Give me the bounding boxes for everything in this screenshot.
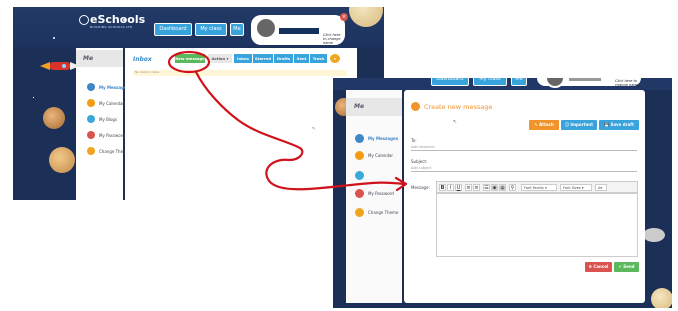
inbox-title: Inbox	[133, 56, 152, 63]
to-label: To:	[411, 138, 417, 143]
envelope-icon	[87, 83, 95, 91]
logo: eSchools BUILDING SCHOOLS LTD	[90, 13, 146, 29]
bold-icon[interactable]: B	[439, 184, 446, 191]
me-button[interactable]: Me	[230, 23, 244, 36]
italic-icon[interactable]: I	[447, 184, 454, 191]
pencil-icon	[87, 147, 95, 155]
sidebar-item-password[interactable]: My Password	[87, 131, 125, 139]
font-family-select[interactable]: Font Family ▾	[521, 184, 557, 191]
sidebar-item-theme[interactable]: Change Theme	[87, 147, 129, 155]
folder-drafts[interactable]: Drafts	[274, 54, 293, 63]
sidebar-item-calendar[interactable]: My Calendar	[87, 99, 124, 107]
pencil-icon	[355, 208, 364, 217]
my-class-button[interactable]: My class	[473, 78, 507, 86]
compose-icon	[411, 102, 420, 111]
message-editor[interactable]	[436, 193, 638, 257]
me-button[interactable]: Me	[511, 78, 527, 86]
sidebar-title: Me	[346, 98, 402, 116]
sidebar-title: Me	[76, 50, 123, 67]
list-icon[interactable]: ☰	[483, 184, 490, 191]
mouse-cursor-icon: ↖	[312, 126, 317, 132]
sidebar-item-calendar[interactable]: My Calendar	[355, 151, 393, 160]
key-icon	[87, 131, 95, 139]
envelope-icon	[355, 134, 364, 143]
blog-icon	[355, 171, 364, 180]
sidebar-item-messages[interactable]: My Messages	[87, 83, 129, 91]
editor-toolbar: B I U ≡ ≡ ☰ ▣ ▦ ⚲ Font Family ▾ Font Siz…	[436, 181, 638, 193]
moon-image	[651, 288, 672, 308]
change-name-hint: Click here to change name	[323, 33, 341, 45]
user-name-bar[interactable]	[279, 28, 319, 34]
mouse-cursor-icon: ↖	[453, 119, 458, 125]
search-icon[interactable]: ⌕	[330, 54, 340, 63]
satellite-image	[643, 228, 665, 242]
folder-sent[interactable]: Sent	[294, 54, 309, 63]
important-button[interactable]: ⓘ Important	[561, 120, 597, 130]
align-center-icon[interactable]: ≡	[473, 184, 480, 191]
dashboard-button[interactable]: Dashboard	[431, 78, 469, 86]
empty-inbox-notice: No mail in inbox	[133, 70, 347, 76]
cancel-button[interactable]: ✖ Cancel	[585, 262, 612, 272]
subject-label: Subject:	[411, 159, 428, 164]
user-name-bar[interactable]	[569, 78, 601, 81]
save-draft-button[interactable]: 💾 Save draft	[599, 120, 639, 130]
table-icon[interactable]: ▦	[499, 184, 506, 191]
sidebar-item-blogs[interactable]	[355, 171, 364, 180]
my-class-button[interactable]: My class	[195, 23, 227, 36]
sidebar-item-messages[interactable]: My Messages	[355, 134, 398, 143]
message-label: Message:	[411, 185, 430, 190]
sidebar-item-password[interactable]: My Password	[355, 189, 394, 198]
change-name-hint: Click here to change name	[615, 79, 639, 87]
key-icon	[355, 189, 364, 198]
rocket-icon	[40, 62, 80, 70]
avatar[interactable]	[255, 17, 277, 39]
sidebar-item-blogs[interactable]: My Blogs	[87, 115, 117, 123]
font-size-select[interactable]: Font Sizes ▾	[560, 184, 592, 191]
calendar-icon	[87, 99, 95, 107]
inbox-screenshot: eSchools BUILDING SCHOOLS LTD Dashboard …	[13, 7, 384, 200]
link-icon[interactable]: ⚲	[509, 184, 516, 191]
compose-screenshot: Dashboard My class Me Click here to chan…	[333, 78, 672, 308]
underline-icon[interactable]: U	[455, 184, 462, 191]
folder-inbox[interactable]: Inbox	[234, 54, 252, 63]
subject-field[interactable]: Add subject	[411, 165, 637, 172]
close-icon[interactable]: ×	[340, 13, 348, 21]
calendar-icon	[355, 151, 364, 160]
planet-image	[49, 147, 75, 173]
send-button[interactable]: ✔ Send	[614, 262, 639, 272]
folder-starred[interactable]: Starred	[253, 54, 273, 63]
action-dropdown[interactable]: Action ▾	[208, 54, 232, 63]
align-left-icon[interactable]: ≡	[465, 184, 472, 191]
blog-icon	[87, 115, 95, 123]
to-field[interactable]: Add recipient	[411, 144, 637, 151]
compose-title: Create new message	[424, 103, 493, 111]
dashboard-button[interactable]: Dashboard	[154, 23, 192, 36]
image-icon[interactable]: ▣	[491, 184, 498, 191]
text-color-select[interactable]: A▾	[595, 184, 607, 191]
sidebar	[76, 48, 123, 200]
new-message-button[interactable]: New message	[175, 54, 205, 63]
folder-trash[interactable]: Trash	[310, 54, 327, 63]
sidebar-item-theme[interactable]: Change Theme	[355, 208, 398, 217]
attach-button[interactable]: ✎ Attach	[529, 120, 559, 130]
planet-image	[43, 107, 65, 129]
